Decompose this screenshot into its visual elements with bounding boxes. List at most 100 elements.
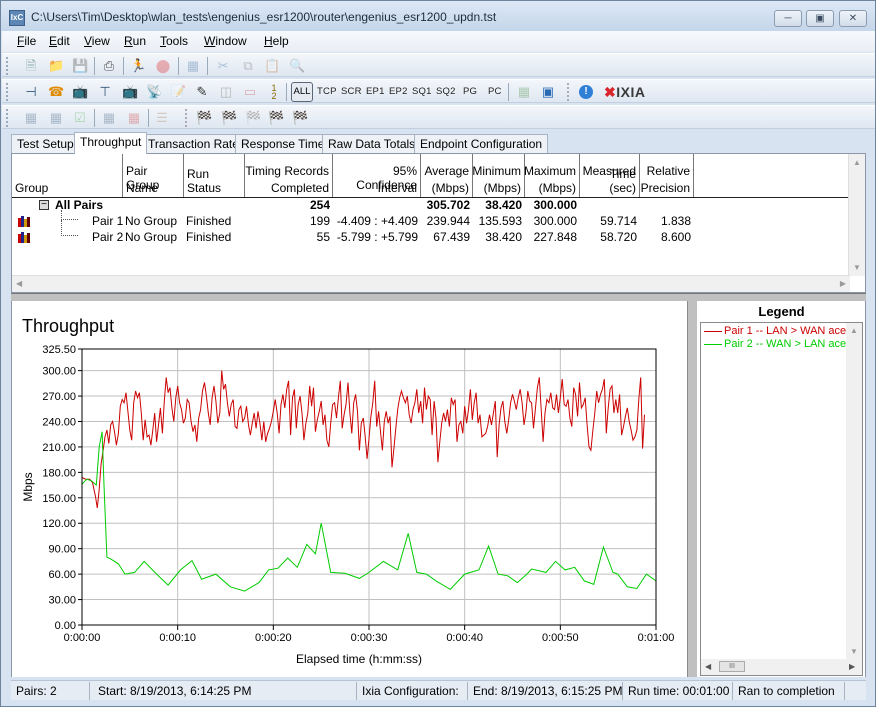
col-header-relative-precision[interactable]: Relative Precision: [640, 154, 694, 198]
scroll-up-icon[interactable]: ▲: [850, 326, 858, 335]
scroll-left-icon[interactable]: ◀: [16, 279, 22, 288]
remove-icon[interactable]: ▦: [126, 110, 142, 126]
maximize-icon: ▣: [815, 13, 825, 24]
tab-response-time[interactable]: Response Time: [235, 134, 331, 154]
edit-icon[interactable]: 📝: [170, 84, 186, 100]
stop-icon[interactable]: ⬤: [155, 58, 171, 74]
tab-transaction-rate[interactable]: Transaction Rate: [142, 134, 245, 154]
cut-icon[interactable]: ✂: [215, 58, 231, 74]
new-file-icon[interactable]: 🗎: [23, 58, 39, 74]
col-header-measured-time[interactable]: Measured Time (sec): [580, 154, 640, 198]
tab-endpoint-configuration[interactable]: Endpoint Configuration: [414, 134, 549, 154]
flag-network-icon[interactable]: 🏁: [268, 110, 284, 126]
check-icon[interactable]: ☑: [72, 110, 88, 126]
title-bar[interactable]: IxC C:\Users\Tim\Desktop\wlan_tests\enge…: [1, 1, 875, 31]
run-icon[interactable]: 🏃: [130, 58, 146, 74]
scroll-left-icon[interactable]: ◀: [705, 662, 711, 671]
broadcast-icon[interactable]: 📡: [146, 84, 162, 100]
open-folder-icon[interactable]: 📁: [48, 58, 64, 74]
legend-title: Legend: [758, 304, 805, 319]
horizontal-splitter[interactable]: [11, 293, 866, 301]
list-icon[interactable]: ☰: [154, 110, 170, 126]
vertical-splitter[interactable]: [687, 301, 697, 677]
legend-entry-pair-1[interactable]: Pair 1 -- LAN > WAN acer: [704, 325, 850, 337]
pair-2-name[interactable]: Pair 2: [92, 230, 123, 244]
legend-vertical-scrollbar[interactable]: ▲ ▼: [846, 323, 862, 659]
renumber-icon[interactable]: 12: [266, 84, 282, 101]
scroll-up-icon[interactable]: ▲: [853, 158, 861, 167]
pair-1-name[interactable]: Pair 1: [92, 214, 123, 228]
delete-pair-icon[interactable]: ▭: [242, 84, 258, 100]
replicate-icon[interactable]: ◫: [218, 84, 234, 100]
filter-all-button[interactable]: ALL: [291, 82, 313, 102]
filter-sq2-button[interactable]: SQ2: [436, 86, 456, 97]
add-voip-pair-icon[interactable]: 📺: [122, 84, 138, 100]
col-header-timing-records[interactable]: Timing Records Completed: [245, 154, 333, 198]
tab-test-setup[interactable]: Test Setup: [11, 134, 80, 154]
close-button[interactable]: ✕: [839, 10, 867, 27]
col-header-maximum[interactable]: Maximum (Mbps): [524, 154, 580, 198]
maximize-button[interactable]: ▣: [806, 10, 834, 27]
menu-file[interactable]: File: [17, 34, 36, 48]
add-group-icon[interactable]: ⊤: [97, 84, 113, 100]
legend-entry-pair-2[interactable]: Pair 2 -- WAN > LAN acer: [704, 338, 850, 350]
filter-tcp-button[interactable]: TCP: [317, 86, 337, 97]
scroll-right-icon[interactable]: ▶: [840, 279, 846, 288]
filter-ep1-button[interactable]: EP1: [366, 86, 385, 97]
scroll-down-icon[interactable]: ▼: [850, 647, 858, 656]
col-header-run-status[interactable]: Run Status: [184, 154, 245, 198]
flag-green-icon[interactable]: 🏁: [221, 110, 237, 126]
paste-icon[interactable]: 📋: [264, 58, 280, 74]
y-tick-label: 300.00: [42, 366, 76, 378]
info-icon[interactable]: !: [579, 85, 593, 99]
filter-sq1-button[interactable]: SQ1: [412, 86, 432, 97]
filter-ep2-button[interactable]: EP2: [389, 86, 408, 97]
scroll-right-icon[interactable]: ▶: [849, 662, 855, 671]
grid-vertical-scrollbar[interactable]: ▲ ▼: [848, 154, 865, 276]
swap-endpoints-icon[interactable]: ▦: [23, 110, 39, 126]
flag-icon[interactable]: 🏁: [196, 110, 212, 126]
menu-window[interactable]: Window: [204, 34, 247, 48]
split-icon[interactable]: ▦: [101, 110, 117, 126]
add-pair-icon[interactable]: ⊣: [23, 84, 39, 100]
save-icon[interactable]: 💾: [72, 58, 88, 74]
flag-edit-icon[interactable]: 🏁: [292, 110, 308, 126]
export-icon[interactable]: ▦: [516, 84, 532, 100]
filter-pg-button[interactable]: PG: [463, 86, 477, 97]
col-header-minimum[interactable]: Minimum (Mbps): [472, 154, 525, 198]
filter-scr-button[interactable]: SCR: [341, 86, 362, 97]
edit-pair-icon[interactable]: ✎: [194, 84, 210, 100]
col-header-confidence-interval[interactable]: 95% Confidence Interval: [333, 154, 421, 198]
results-icon[interactable]: ▦: [185, 58, 201, 74]
copy-icon[interactable]: ⧉: [240, 58, 256, 74]
grid-horizontal-scrollbar[interactable]: ◀ ▶: [12, 275, 850, 292]
tab-raw-data-totals[interactable]: Raw Data Totals: [322, 134, 422, 154]
col-header-group[interactable]: Group: [12, 154, 123, 198]
menu-view[interactable]: View: [84, 34, 110, 48]
toolbar-grip[interactable]: [6, 57, 9, 75]
find-icon[interactable]: 🔍: [289, 58, 305, 74]
scroll-thumb[interactable]: III: [719, 661, 745, 672]
flag-red-icon[interactable]: 🏁: [245, 110, 261, 126]
add-video-pair-icon[interactable]: 📺: [72, 84, 88, 100]
tab-throughput[interactable]: Throughput: [74, 132, 148, 154]
main-window: IxC C:\Users\Tim\Desktop\wlan_tests\enge…: [0, 0, 876, 707]
minimize-icon: ─: [784, 13, 792, 24]
scroll-down-icon[interactable]: ▼: [853, 263, 861, 272]
link-icon[interactable]: ▦: [48, 110, 64, 126]
legend-horizontal-scrollbar[interactable]: ◀ III ▶: [701, 659, 862, 675]
col-header-pair-group-name[interactable]: Pair Group Name: [123, 154, 184, 198]
minimize-button[interactable]: ─: [774, 10, 802, 27]
col-header-average[interactable]: Average (Mbps): [421, 154, 473, 198]
menu-help[interactable]: Help: [264, 34, 289, 48]
add-multicast-icon[interactable]: ☎: [48, 84, 64, 100]
collapse-all-pairs-toggle[interactable]: −: [39, 200, 49, 210]
menu-edit[interactable]: Edit: [49, 34, 70, 48]
chart-title: Throughput: [22, 316, 114, 336]
menu-run[interactable]: Run: [124, 34, 146, 48]
upload-icon[interactable]: ▣: [540, 84, 556, 100]
menu-tools[interactable]: Tools: [160, 34, 188, 48]
print-icon[interactable]: ⎙: [101, 58, 117, 74]
filter-pc-button[interactable]: PC: [488, 86, 502, 97]
app-icon: IxC: [9, 10, 25, 26]
